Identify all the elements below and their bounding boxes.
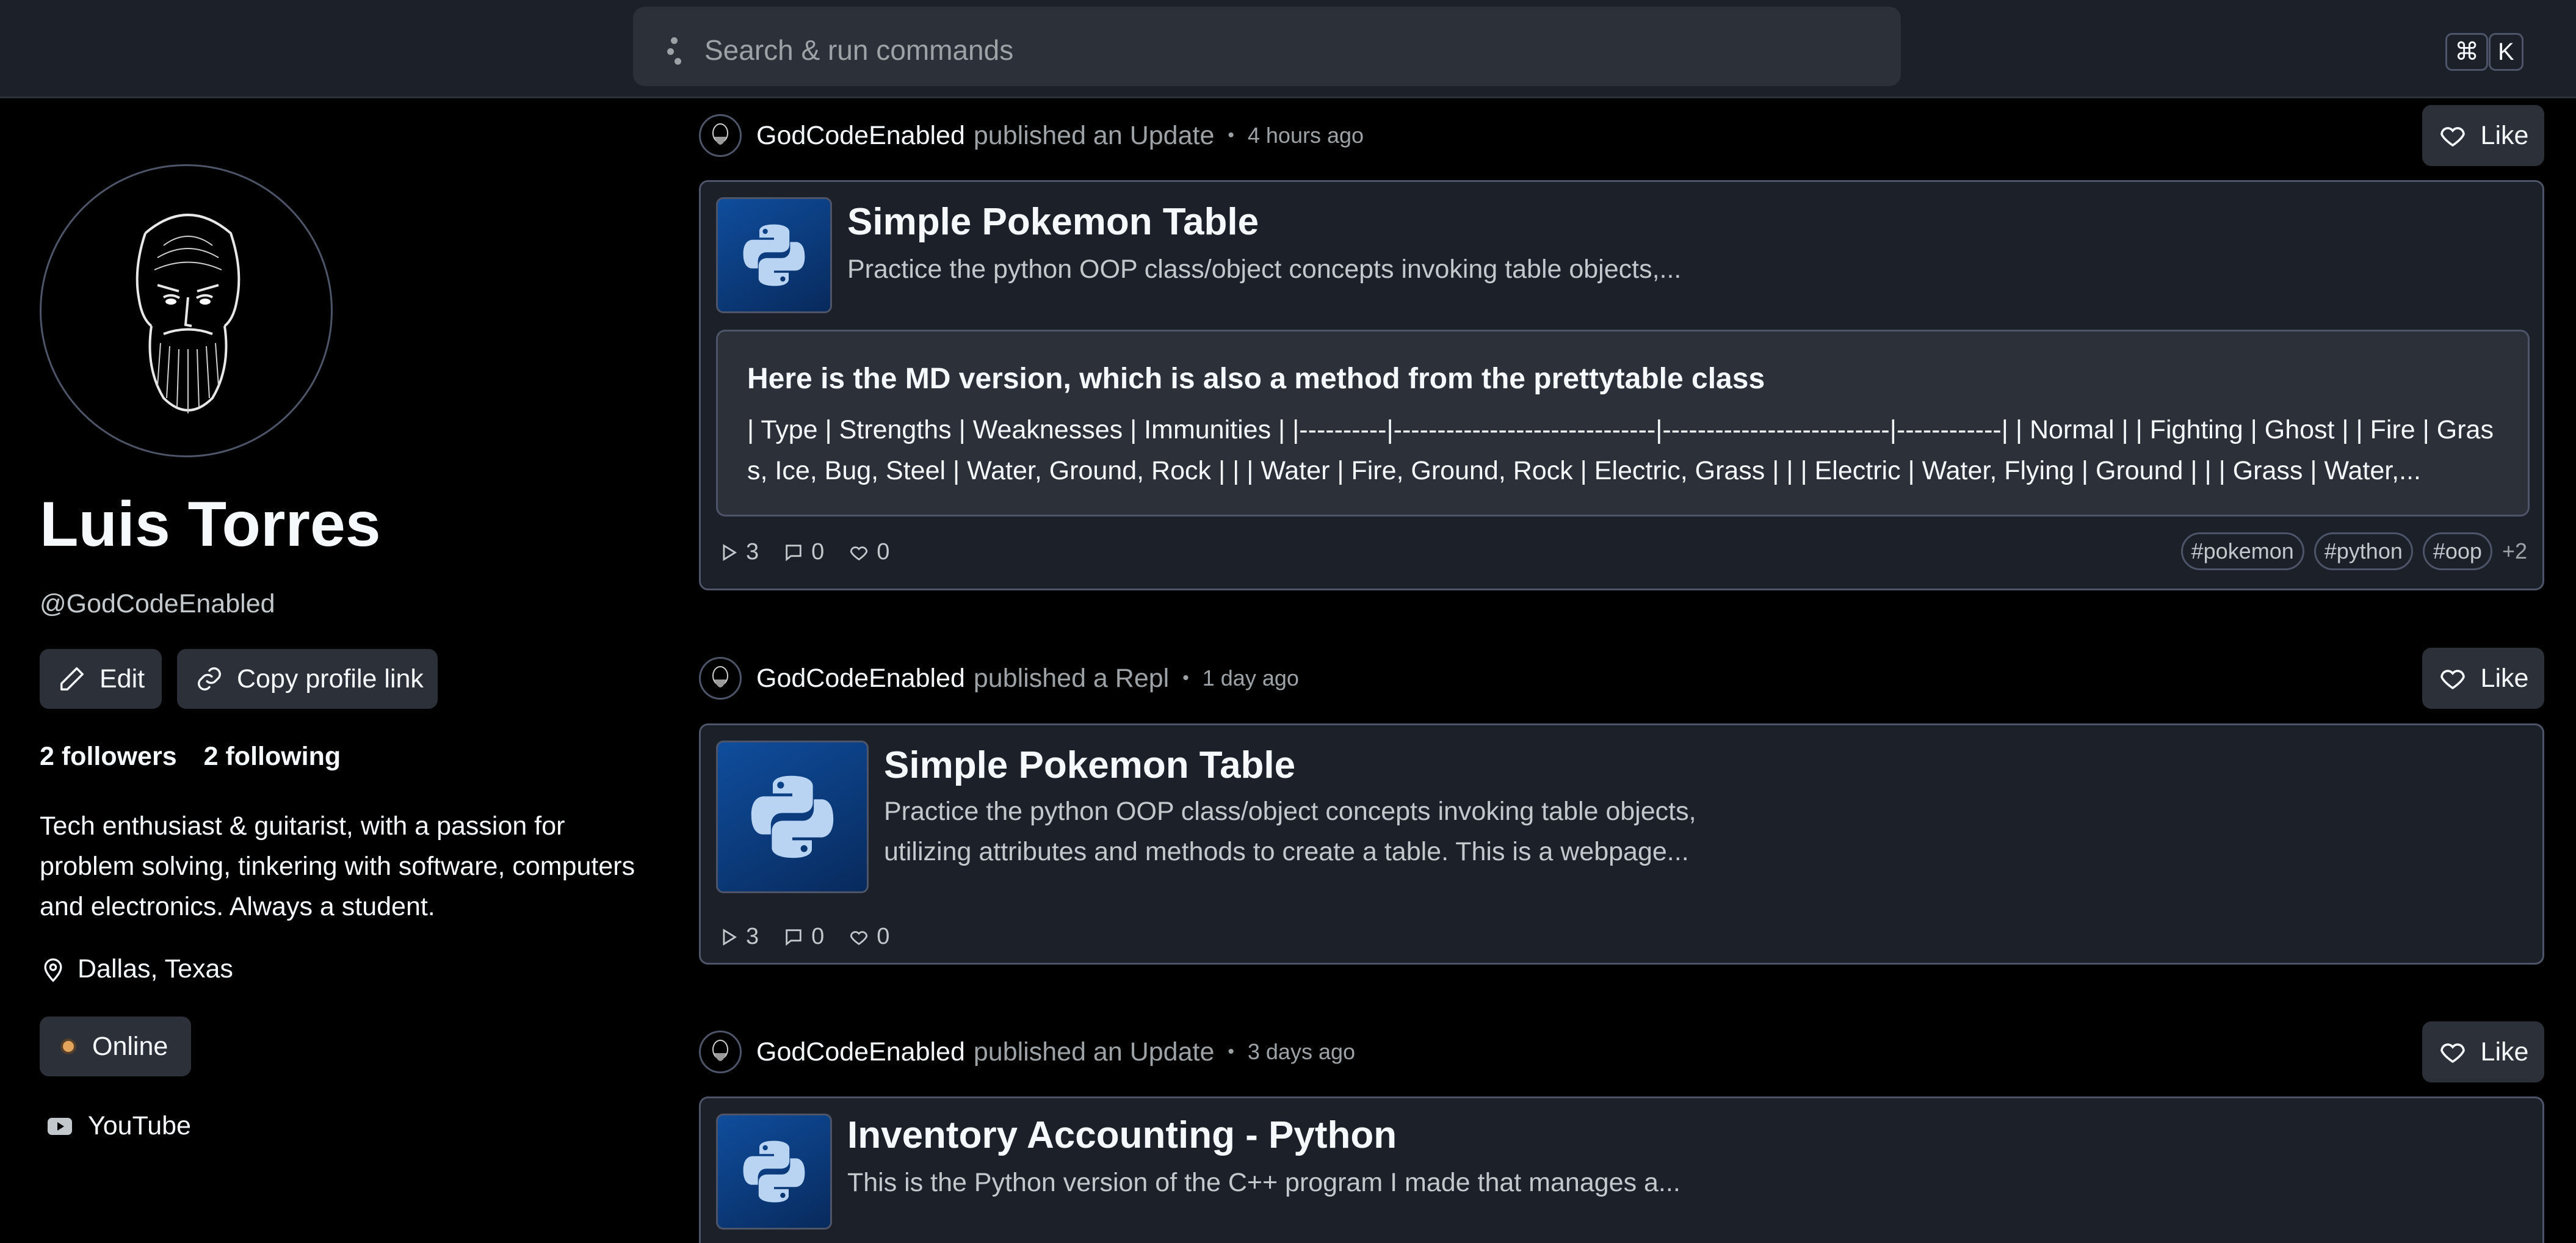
likes-count[interactable]: 0 bbox=[848, 539, 889, 565]
copy-profile-link-button[interactable]: Copy profile link bbox=[177, 649, 438, 709]
post-author[interactable]: GodCodeEnabled bbox=[756, 121, 965, 151]
likes-count[interactable]: 0 bbox=[848, 924, 889, 950]
following-link[interactable]: 2 following bbox=[204, 742, 341, 771]
post-card[interactable]: Inventory Accounting - Python This is th… bbox=[699, 1096, 2544, 1243]
edit-profile-button[interactable]: Edit bbox=[40, 649, 162, 709]
like-label: Like bbox=[2480, 1037, 2529, 1067]
post-action: published an Update bbox=[973, 1037, 1215, 1067]
comments-value: 0 bbox=[811, 539, 825, 565]
tag-list: #pokemon #python #oop +2 bbox=[2180, 532, 2527, 570]
profile-location: Dallas, Texas bbox=[40, 954, 233, 984]
profile-avatar bbox=[40, 164, 333, 457]
post-author[interactable]: GodCodeEnabled bbox=[756, 1037, 965, 1067]
follow-counts: 2 followers 2 following bbox=[40, 742, 341, 772]
likes-value: 0 bbox=[877, 924, 890, 949]
status-badge[interactable]: Online bbox=[40, 1017, 191, 1076]
top-bar: Search & run commands ⌘ K bbox=[0, 0, 2576, 98]
heart-icon bbox=[850, 930, 868, 945]
post-action: published a Repl bbox=[973, 663, 1170, 693]
heart-icon bbox=[2440, 1043, 2465, 1064]
shortcut-command-key: ⌘ bbox=[2445, 33, 2488, 71]
more-tags[interactable]: +2 bbox=[2502, 538, 2527, 564]
python-logo-icon bbox=[716, 741, 869, 893]
post-description: Practice the python OOP class/object con… bbox=[884, 797, 1696, 866]
runs-value: 3 bbox=[746, 924, 759, 949]
search-bar[interactable]: Search & run commands ⌘ K bbox=[633, 7, 2524, 86]
python-logo-icon bbox=[716, 197, 832, 313]
youtube-icon bbox=[48, 1117, 72, 1135]
play-icon bbox=[723, 543, 737, 561]
comments-count[interactable]: 0 bbox=[783, 924, 824, 950]
tag-oop[interactable]: #oop bbox=[2422, 532, 2492, 570]
post-time: 3 days ago bbox=[1247, 1039, 1356, 1064]
shortcut-k-key: K bbox=[2489, 33, 2524, 71]
post-stats: 3 0 0 bbox=[718, 539, 889, 565]
location-pin-icon bbox=[44, 958, 62, 982]
like-label: Like bbox=[2480, 120, 2529, 150]
comments-count[interactable]: 0 bbox=[783, 539, 824, 565]
post-time: 1 day ago bbox=[1202, 665, 1299, 690]
play-icon bbox=[723, 928, 737, 946]
heart-icon bbox=[2440, 670, 2465, 690]
youtube-label: YouTube bbox=[88, 1111, 191, 1140]
like-button[interactable]: Like bbox=[2422, 648, 2544, 709]
edit-label: Edit bbox=[99, 664, 145, 694]
like-label: Like bbox=[2480, 663, 2529, 693]
python-logo-icon bbox=[716, 1114, 832, 1230]
copy-link-label: Copy profile link bbox=[237, 664, 424, 694]
runs-count: 3 bbox=[718, 539, 759, 565]
post-header: GodCodeEnabled published an Update • 3 d… bbox=[699, 1028, 1355, 1076]
post-time: 4 hours ago bbox=[1247, 123, 1364, 148]
like-button[interactable]: Like bbox=[2422, 1021, 2544, 1082]
separator-dot: • bbox=[1228, 1042, 1234, 1062]
post-description: Practice the python OOP class/object con… bbox=[847, 255, 1682, 284]
post-header: GodCodeEnabled published an Update • 4 h… bbox=[699, 112, 1364, 159]
post-author-avatar[interactable] bbox=[699, 114, 742, 157]
runs-count: 3 bbox=[718, 924, 759, 950]
post-author-avatar[interactable] bbox=[699, 657, 742, 700]
post-stats: 3 0 0 bbox=[718, 924, 889, 950]
runs-value: 3 bbox=[746, 539, 759, 565]
status-dot-icon bbox=[63, 1041, 74, 1052]
post-author[interactable]: GodCodeEnabled bbox=[756, 664, 965, 694]
update-body: | Type | Strengths | Weaknesses | Immuni… bbox=[747, 415, 2494, 485]
update-heading: Here is the MD version, which is also a … bbox=[747, 363, 1765, 395]
heart-icon bbox=[850, 546, 868, 560]
post-card[interactable]: Simple Pokemon Table Practice the python… bbox=[699, 180, 2544, 590]
comments-value: 0 bbox=[811, 924, 825, 949]
update-content-box: Here is the MD version, which is also a … bbox=[716, 330, 2530, 516]
post-title[interactable]: Simple Pokemon Table bbox=[884, 744, 1295, 787]
followers-link[interactable]: 2 followers bbox=[40, 742, 177, 771]
comment-icon bbox=[786, 929, 801, 946]
separator-dot: • bbox=[1182, 668, 1189, 688]
like-button[interactable]: Like bbox=[2422, 105, 2544, 166]
tag-pokemon[interactable]: #pokemon bbox=[2180, 532, 2304, 570]
search-placeholder: Search & run commands bbox=[704, 34, 1014, 66]
profile-name: Luis Torres bbox=[40, 489, 381, 560]
post-action: published an Update bbox=[973, 120, 1215, 150]
command-dots-icon bbox=[667, 37, 686, 65]
post-description: This is the Python version of the C++ pr… bbox=[847, 1168, 1681, 1197]
post-title[interactable]: Inventory Accounting - Python bbox=[847, 1114, 1397, 1157]
youtube-link[interactable]: YouTube bbox=[48, 1111, 191, 1141]
post-author-avatar[interactable] bbox=[699, 1031, 742, 1073]
link-icon bbox=[198, 667, 221, 690]
post-card[interactable]: Simple Pokemon Table Practice the python… bbox=[699, 723, 2544, 965]
status-text: Online bbox=[92, 1031, 168, 1061]
profile-bio: Tech enthusiast & guitarist, with a pass… bbox=[40, 811, 635, 921]
post-title[interactable]: Simple Pokemon Table bbox=[847, 200, 1259, 244]
tag-python[interactable]: #python bbox=[2314, 532, 2413, 570]
heart-icon bbox=[2440, 127, 2465, 147]
comment-icon bbox=[786, 544, 801, 561]
location-text: Dallas, Texas bbox=[78, 954, 233, 984]
separator-dot: • bbox=[1228, 125, 1234, 145]
profile-handle: @GodCodeEnabled bbox=[40, 589, 275, 618]
likes-value: 0 bbox=[877, 539, 890, 565]
post-header: GodCodeEnabled published a Repl • 1 day … bbox=[699, 654, 1299, 702]
pencil-icon bbox=[60, 667, 84, 690]
